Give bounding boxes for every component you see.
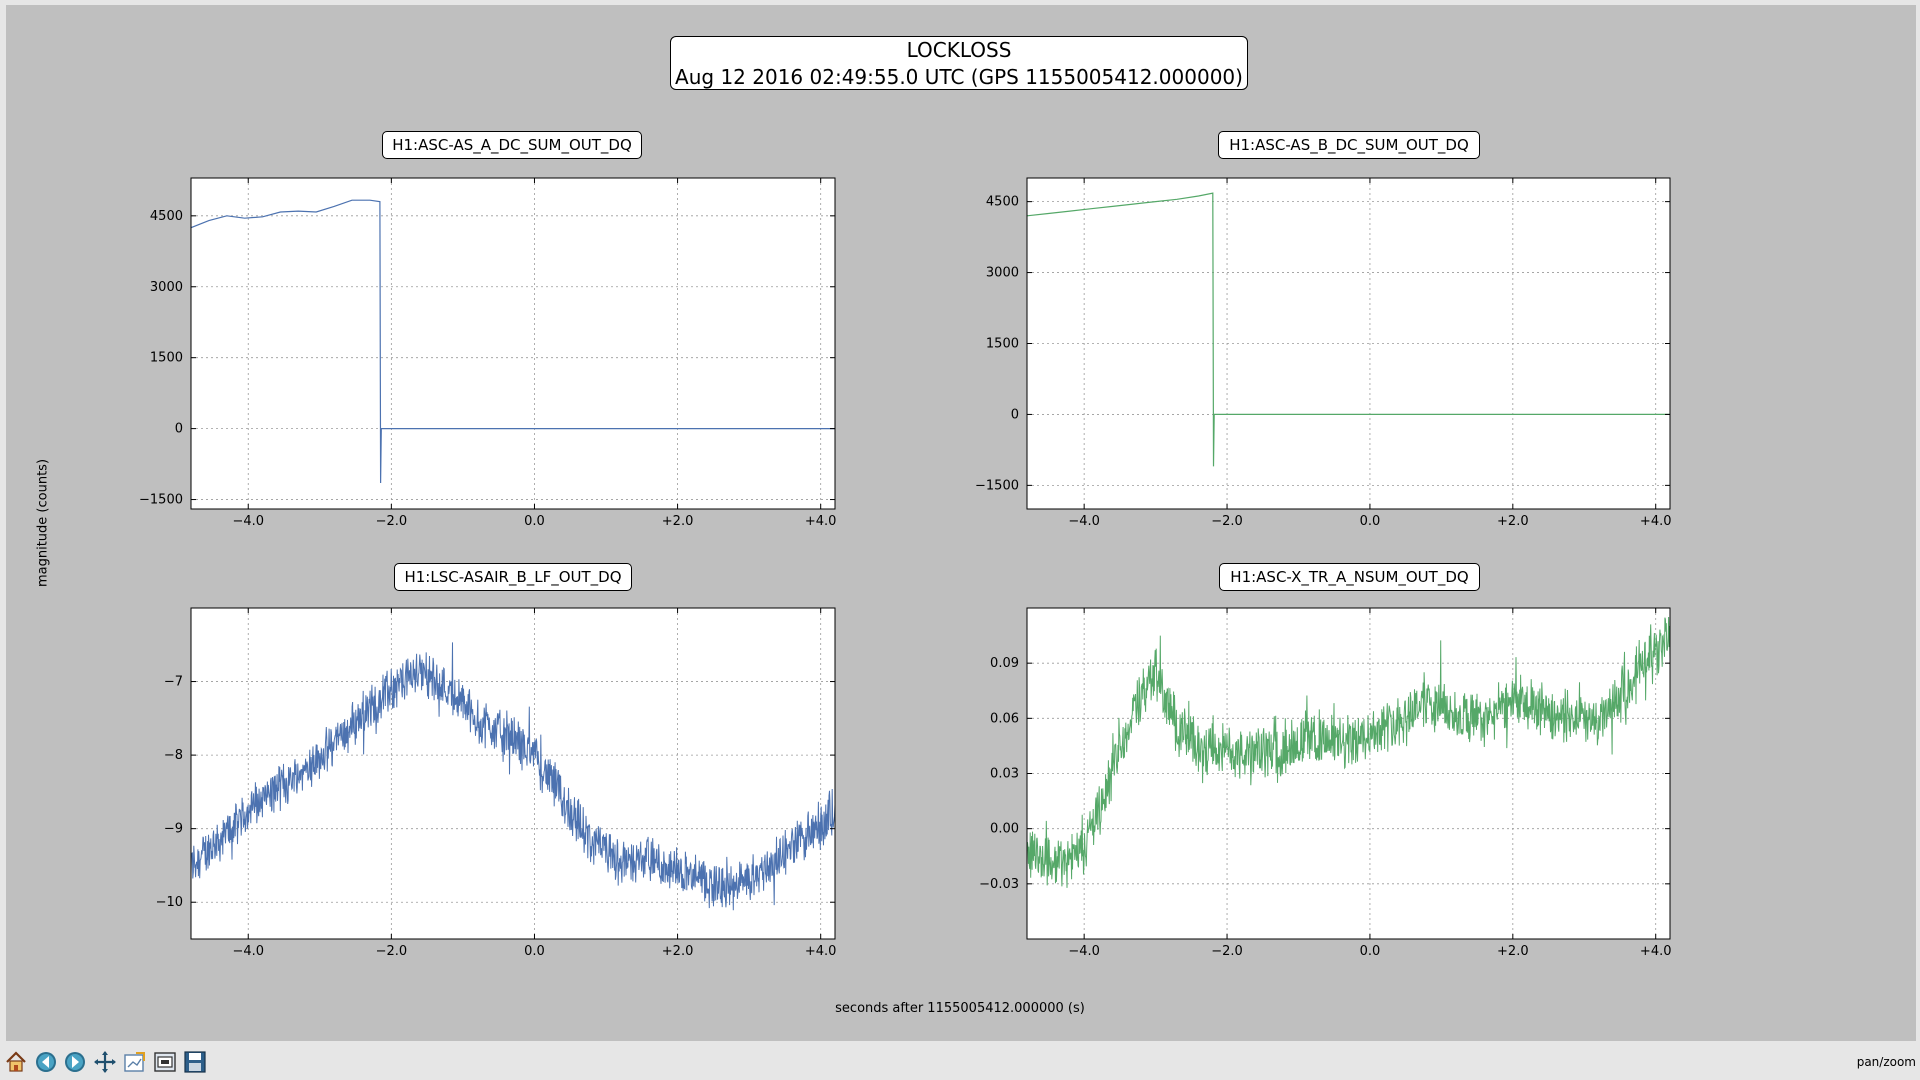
x-tick-label: +2.0 bbox=[1497, 514, 1529, 529]
x-tick-label: −4.0 bbox=[232, 514, 264, 529]
x-tick-label: −4.0 bbox=[1068, 514, 1100, 529]
navigation-toolbar: pan/zoom bbox=[0, 1044, 1920, 1080]
axes-background bbox=[191, 178, 835, 509]
y-tick-label: 0.06 bbox=[990, 711, 1019, 726]
y-tick-label: −0.03 bbox=[979, 877, 1019, 892]
x-tick-label: +2.0 bbox=[1497, 944, 1529, 959]
x-tick-label: 0.0 bbox=[524, 514, 545, 529]
y-tick-label: 1500 bbox=[150, 351, 183, 366]
toolbar-status-message: pan/zoom bbox=[1856, 1055, 1916, 1069]
plot-panel-3: −4.0 −2.0 0.0 +2.0 +4.0 −10 −9 −8 −7 bbox=[156, 607, 837, 959]
save-button[interactable] bbox=[182, 1049, 208, 1075]
x-tick-label: +4.0 bbox=[805, 944, 837, 959]
y-tick-label: 4500 bbox=[986, 195, 1019, 210]
zoom-rect-icon bbox=[154, 1052, 176, 1072]
home-button[interactable] bbox=[3, 1049, 29, 1075]
y-tick-label: −8 bbox=[164, 748, 183, 763]
home-icon bbox=[6, 1051, 26, 1072]
x-tick-label: −2.0 bbox=[1211, 514, 1243, 529]
zoom-rect-button[interactable] bbox=[152, 1049, 178, 1075]
x-axis-label: seconds after 1155005412.000000 (s) bbox=[835, 1001, 1085, 1016]
subplots-config-icon bbox=[124, 1052, 145, 1072]
x-tick-label: +4.0 bbox=[1640, 944, 1672, 959]
plot-panel-1: −4.0 −2.0 0.0 +2.0 +4.0 −1500 0 1500 3000 4500 bbox=[139, 177, 837, 529]
plot-panel-2: −4.0 −2.0 0.0 +2.0 +4.0 −1500 0 1500 3000 4500 bbox=[975, 177, 1672, 529]
forward-arrow-icon bbox=[65, 1052, 85, 1072]
y-tick-label: −10 bbox=[156, 895, 183, 910]
y-tick-label: −7 bbox=[164, 675, 183, 690]
x-tick-label: +2.0 bbox=[662, 944, 694, 959]
y-tick-label: 3000 bbox=[986, 266, 1019, 281]
back-button[interactable] bbox=[33, 1049, 59, 1075]
x-tick-label: −2.0 bbox=[376, 944, 408, 959]
y-tick-label: 3000 bbox=[150, 280, 183, 295]
x-tick-label: −2.0 bbox=[376, 514, 408, 529]
y-tick-label: 0 bbox=[175, 422, 183, 437]
x-tick-label: −4.0 bbox=[232, 944, 264, 959]
x-tick-label: +2.0 bbox=[662, 514, 694, 529]
x-tick-label: −4.0 bbox=[1068, 944, 1100, 959]
plots-area[interactable]: −4.0 −2.0 0.0 +2.0 +4.0−15000150030004500−4.… bbox=[0, 0, 1920, 1044]
pan-icon bbox=[94, 1051, 116, 1073]
y-tick-label: 1500 bbox=[986, 337, 1019, 352]
x-tick-label: 0.0 bbox=[1360, 514, 1381, 529]
y-tick-label: −9 bbox=[164, 822, 183, 837]
y-tick-label: −1500 bbox=[139, 493, 183, 508]
forward-button[interactable] bbox=[62, 1049, 88, 1075]
y-tick-label: 0.09 bbox=[990, 656, 1019, 671]
back-arrow-icon bbox=[36, 1052, 56, 1072]
pan-button[interactable] bbox=[92, 1049, 118, 1075]
y-tick-label: 0.03 bbox=[990, 767, 1019, 782]
subplots-config-button[interactable] bbox=[122, 1049, 148, 1075]
x-tick-label: −2.0 bbox=[1211, 944, 1243, 959]
save-icon bbox=[184, 1051, 206, 1073]
x-tick-label: +4.0 bbox=[1640, 514, 1672, 529]
y-tick-label: 0 bbox=[1011, 407, 1019, 422]
y-tick-label: −1500 bbox=[975, 478, 1019, 493]
y-tick-label: 4500 bbox=[150, 209, 183, 224]
plot-panel-4: −4.0 −2.0 0.0 +2.0 +4.0 −0.03 0.00 0.03 0.06 0.09 bbox=[979, 607, 1672, 959]
x-tick-label: 0.0 bbox=[524, 944, 545, 959]
x-tick-label: 0.0 bbox=[1360, 944, 1381, 959]
y-axis-label: magnitude (counts) bbox=[35, 458, 51, 588]
x-tick-label: +4.0 bbox=[805, 514, 837, 529]
y-tick-label: 0.00 bbox=[990, 822, 1019, 837]
